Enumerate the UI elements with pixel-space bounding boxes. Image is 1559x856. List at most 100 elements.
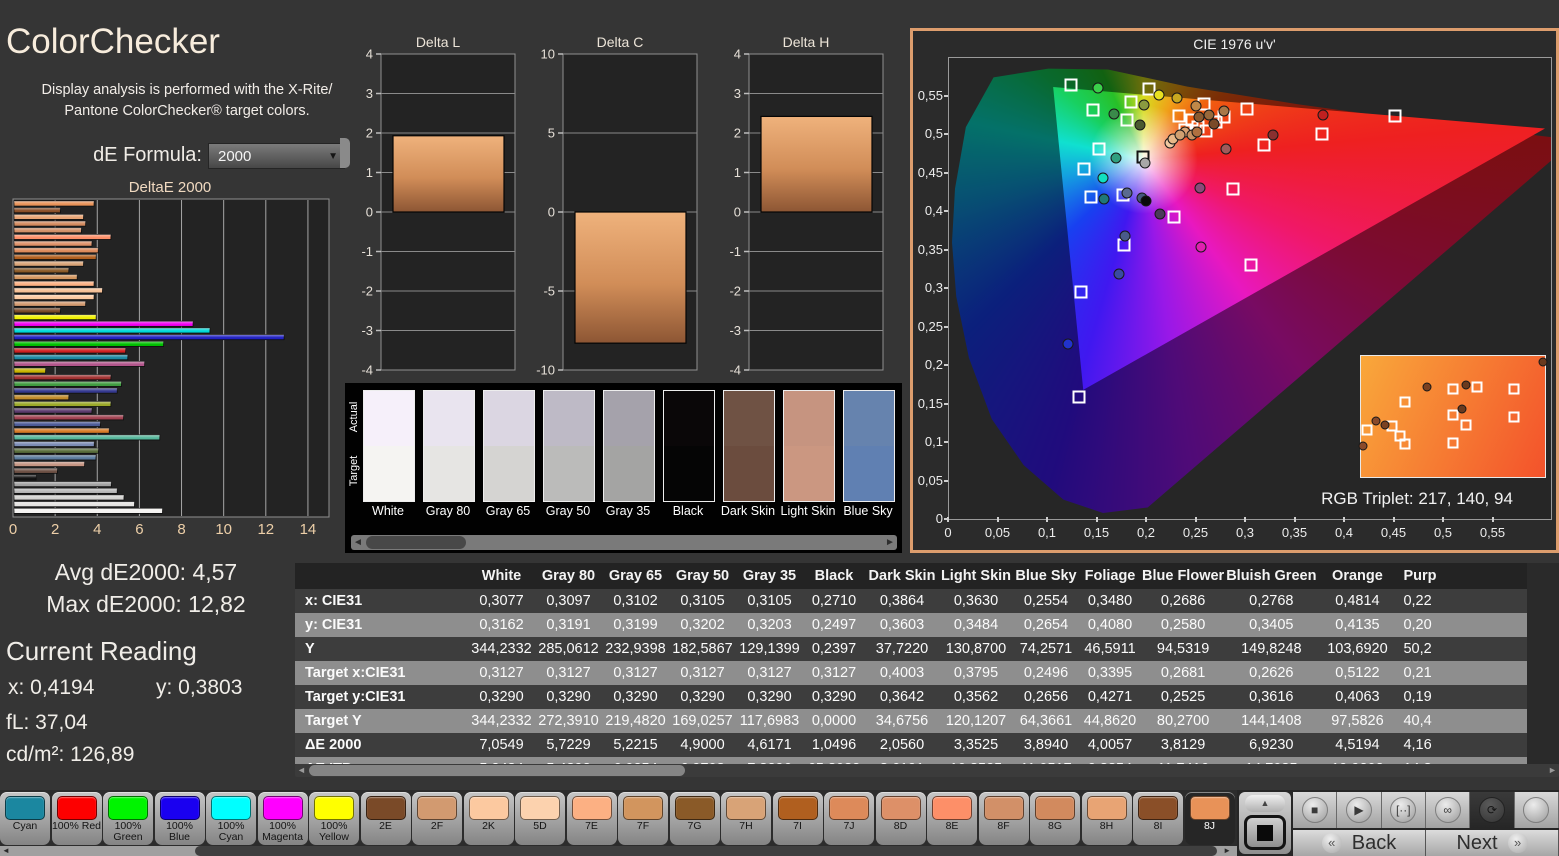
measure-toolbar: ■ ▶ [··]∞⟳ [1293, 792, 1559, 828]
cie-y-tick: 0,05 [913, 473, 943, 488]
cie-y-tickmark [944, 133, 948, 135]
back-button[interactable]: « Back [1293, 830, 1426, 856]
svg-text:4: 4 [93, 521, 101, 538]
stop-button[interactable]: ■ [1293, 792, 1337, 828]
patch-swatch [1138, 796, 1178, 820]
cie-y-tick: 0,5 [913, 126, 943, 141]
infinity-button[interactable]: ∞ [1426, 792, 1470, 828]
collapse-tab-handle[interactable] [340, 138, 350, 168]
table-scrollbar[interactable]: ◄ ► [295, 764, 1559, 777]
patch-tile-8J[interactable]: 8J [1185, 792, 1235, 845]
table-cell: 0,3603 [865, 613, 939, 637]
measured-circle-marker [1219, 106, 1230, 117]
pattern-window-button[interactable] [1244, 815, 1286, 850]
table-cell: 0,3127 [468, 661, 535, 685]
table-cell: 6,9708 [669, 757, 736, 764]
scroll-left-icon[interactable]: ◄ [295, 764, 308, 777]
patch-tile-Cyan[interactable]: Cyan [0, 792, 50, 845]
patch-tile-100% Yellow[interactable]: 100% Yellow [309, 792, 359, 845]
swatch-actual [784, 391, 834, 446]
patch-tile-5D[interactable]: 5D [515, 792, 565, 845]
expand-up-button[interactable]: ▲ [1245, 795, 1285, 812]
record-button[interactable] [1515, 792, 1559, 828]
patch-tile-100% Green[interactable]: 100% Green [103, 792, 153, 845]
current-xy-readout: x: 0,4194 y: 0,3803 [8, 676, 94, 700]
table-cell: 4,5194 [1317, 733, 1397, 757]
table-scrollbar-thumb[interactable] [309, 765, 685, 776]
patch-swatch [1035, 796, 1075, 820]
table-cell: 0,2681 [1141, 661, 1225, 685]
row-label: Target Y [295, 709, 468, 733]
table-cell: 8,6191 [865, 757, 939, 764]
patch-tile-100% Cyan[interactable]: 100% Cyan [206, 792, 256, 845]
patch-tile-8H[interactable]: 8H [1082, 792, 1132, 845]
patch-tile-8F[interactable]: 8F [979, 792, 1029, 845]
patch-swatch [417, 796, 457, 820]
patch-tile-7G[interactable]: 7G [670, 792, 720, 845]
scroll-right-icon[interactable]: ► [1223, 846, 1231, 856]
patch-label: 7H [721, 821, 771, 832]
row-label: ΔE ITP [295, 757, 468, 764]
column-header-Black: Black [803, 563, 865, 589]
svg-text:8: 8 [177, 521, 185, 538]
play-button[interactable]: ▶ [1337, 792, 1381, 828]
next-button[interactable]: Next » [1426, 830, 1559, 856]
patch-tile-8D[interactable]: 8D [876, 792, 926, 845]
swatch-scrollbar-thumb[interactable] [366, 536, 466, 549]
table-row: ΔE 20007,05495,72295,22154,90004,61711,0… [295, 733, 1527, 757]
patch-tile-7E[interactable]: 7E [567, 792, 617, 845]
table-row: x: CIE310,30770,30970,31020,31050,31050,… [295, 589, 1527, 613]
swatch-scrollbar[interactable]: ◄► [351, 535, 897, 550]
svg-text:12: 12 [257, 521, 274, 538]
patch-tile-100% Red[interactable]: 100% Red [52, 792, 102, 845]
cie-x-tickmark [1393, 517, 1395, 522]
swatch-target [364, 446, 414, 501]
patch-tile-8I[interactable]: 8I [1133, 792, 1183, 845]
patch-tile-7J[interactable]: 7J [824, 792, 874, 845]
refresh-button[interactable]: ⟳ [1470, 792, 1514, 828]
range-button[interactable]: [··] [1382, 792, 1426, 828]
patch-tile-7H[interactable]: 7H [721, 792, 771, 845]
play-icon: ▶ [1346, 797, 1372, 823]
patch-tile-2F[interactable]: 2F [412, 792, 462, 845]
patch-tile-8E[interactable]: 8E [927, 792, 977, 845]
svg-text:6: 6 [135, 521, 143, 538]
scroll-left-icon[interactable]: ◄ [351, 535, 365, 550]
table-row: Target x:CIE310,31270,31270,31270,31270,… [295, 661, 1527, 685]
column-header-Gray 65: Gray 65 [602, 563, 669, 589]
description-line2: Pantone ColorChecker® target colors. [64, 103, 309, 119]
cie-y-tick: 0,15 [913, 396, 943, 411]
cie-y-tick: 0 [913, 511, 943, 526]
patch-scrollbar-thumb[interactable] [195, 846, 1217, 856]
cie-x-tickmark [1195, 517, 1197, 522]
measured-circle-marker [1190, 100, 1201, 111]
scroll-left-icon[interactable]: ◄ [2, 846, 10, 856]
column-header-Foliage: Foliage [1079, 563, 1141, 589]
target-square-marker [1316, 128, 1329, 141]
patch-tile-100% Blue[interactable]: 100% Blue [155, 792, 205, 845]
table-cell: 10,8525 [939, 757, 1013, 764]
swatch-actual [724, 391, 774, 446]
swatch-Gray 50 [543, 390, 595, 502]
table-cell: 0,2710 [803, 589, 865, 613]
swatch-label: Gray 80 [417, 504, 479, 518]
swatch-Blue Sky [843, 390, 895, 502]
measured-circle-marker [1141, 196, 1152, 207]
table-cell: 0,2654 [1013, 613, 1079, 637]
scroll-right-icon[interactable]: ► [1546, 764, 1559, 777]
swatch-target [784, 446, 834, 501]
patch-tile-8G[interactable]: 8G [1030, 792, 1080, 845]
inset-target-square [1448, 438, 1459, 449]
patch-tile-7F[interactable]: 7F [618, 792, 668, 845]
measured-circle-marker [1120, 230, 1131, 241]
table-cell: 0,3290 [468, 685, 535, 709]
inset-target-square [1400, 439, 1411, 450]
scroll-right-icon[interactable]: ► [883, 535, 897, 550]
patch-tile-2E[interactable]: 2E [361, 792, 411, 845]
de-formula-dropdown[interactable]: 2000 ▼ [208, 143, 345, 169]
row-label: x: CIE31 [295, 589, 468, 613]
patch-strip-scrollbar[interactable]: ◄ ► [0, 846, 1237, 856]
patch-tile-7I[interactable]: 7I [773, 792, 823, 845]
patch-tile-2K[interactable]: 2K [464, 792, 514, 845]
patch-tile-100% Magenta[interactable]: 100% Magenta [258, 792, 308, 845]
